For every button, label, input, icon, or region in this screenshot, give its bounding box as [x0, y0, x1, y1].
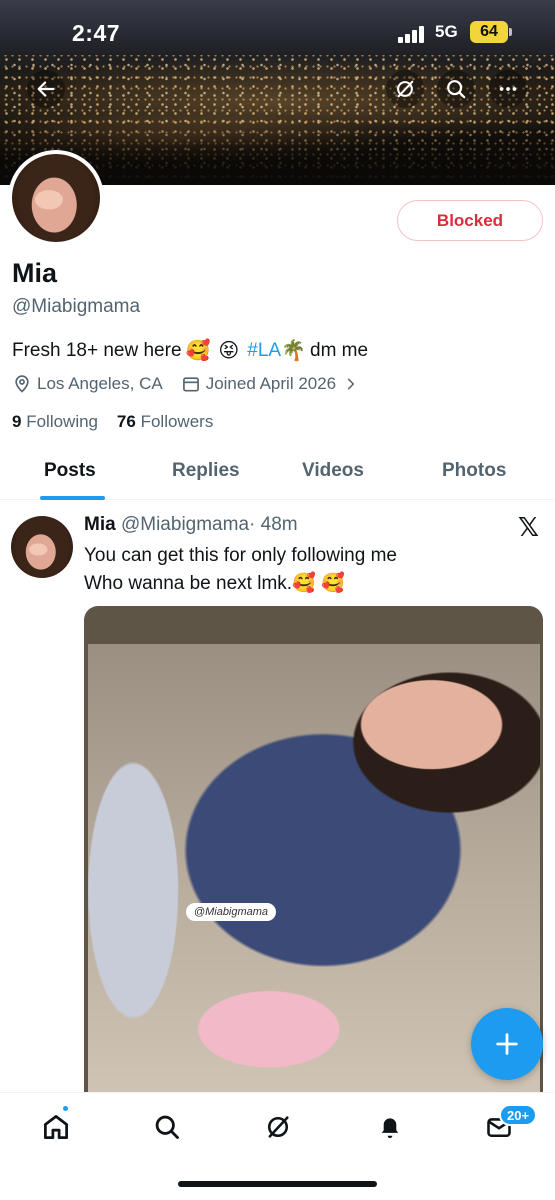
- tweet-text-line-2: Who wanna be next lmk.🥰 🥰: [84, 573, 345, 594]
- bio-emoji-palm: 🌴: [281, 340, 306, 362]
- profile-tabs: Posts Replies Videos Photos: [0, 448, 555, 500]
- grok-icon: [397, 80, 414, 98]
- tab-videos[interactable]: Videos: [302, 460, 364, 482]
- bio-text: Fresh 18+ new here: [12, 339, 182, 361]
- more-button[interactable]: [489, 70, 527, 108]
- home-icon: [44, 1115, 68, 1139]
- search-icon: [447, 80, 466, 99]
- nav-home[interactable]: [36, 1107, 76, 1147]
- bio-text-end: dm me: [310, 339, 369, 361]
- tweet-header: Mia @Miabigmama· 48m: [84, 514, 298, 536]
- tweet-author-name[interactable]: Mia: [84, 514, 116, 535]
- battery-icon: 64: [470, 21, 508, 43]
- calendar-icon: [182, 377, 199, 392]
- following-label: Following: [26, 412, 99, 431]
- nav-search[interactable]: [147, 1107, 187, 1147]
- arrow-left-icon: [37, 81, 55, 97]
- search-icon: [155, 1115, 179, 1139]
- bio-hashtag-link[interactable]: #LA: [247, 340, 281, 362]
- following-count: 9: [12, 412, 22, 431]
- more-horizontal-icon: [499, 87, 517, 91]
- follow-stats: 9 Following 76 Followers: [12, 412, 213, 432]
- home-indicator: [178, 1181, 377, 1187]
- followers-link[interactable]: 76 Followers: [117, 412, 213, 431]
- tweet-text-line-1: You can get this for only following me: [84, 545, 397, 566]
- media-watermark: @Miabigmama: [186, 903, 276, 921]
- bell-icon: [381, 1118, 399, 1139]
- home-notification-dot: [62, 1105, 69, 1112]
- bio-emoji-smiling-hearts: 🥰: [185, 340, 211, 362]
- status-bar: 2:47 5G 64: [0, 0, 555, 62]
- tab-posts[interactable]: Posts: [44, 460, 96, 482]
- nav-grok[interactable]: [258, 1107, 298, 1147]
- chevron-right-icon[interactable]: [344, 377, 358, 391]
- grok-icon: [267, 1116, 289, 1138]
- followers-label: Followers: [140, 412, 214, 431]
- tab-photos[interactable]: Photos: [442, 460, 506, 482]
- profile-meta: Los Angeles, CA Joined April 2026: [12, 374, 363, 394]
- tweet-media[interactable]: [84, 606, 543, 1092]
- messages-badge: 20+: [499, 1104, 538, 1126]
- followers-count: 76: [116, 412, 136, 431]
- signal-icon: [398, 25, 428, 43]
- location-text: Los Angeles, CA: [37, 374, 163, 393]
- nav-notifications[interactable]: [370, 1107, 410, 1147]
- tab-active-indicator: [40, 496, 105, 500]
- profile-handle: @Miabigmama: [12, 296, 141, 317]
- profile-avatar[interactable]: [8, 150, 104, 246]
- search-button[interactable]: [437, 70, 475, 108]
- location-icon: [15, 375, 29, 393]
- blocked-button[interactable]: Blocked: [397, 200, 543, 241]
- profile-name: Mia: [12, 258, 58, 288]
- tweet-author-handle[interactable]: @Miabigmama: [121, 514, 249, 535]
- network-type: 5G: [435, 22, 458, 41]
- status-time: 2:47: [72, 20, 121, 46]
- tweet-text: You can get this for only following me W…: [84, 542, 534, 598]
- tweet-time: · 48m: [249, 514, 298, 535]
- grok-button[interactable]: [386, 70, 424, 108]
- following-link[interactable]: 9 Following: [12, 412, 98, 431]
- plus-icon: [496, 1033, 518, 1055]
- compose-button[interactable]: [471, 1008, 543, 1080]
- joined-date[interactable]: Joined April 2026: [206, 374, 336, 394]
- x-logo-icon: 𝕏: [518, 512, 539, 542]
- back-button[interactable]: [27, 70, 65, 108]
- tweet-media-image[interactable]: [88, 644, 540, 1092]
- profile-bio: Fresh 18+ new here 🥰 😝 #LA 🌴 dm me: [12, 338, 368, 363]
- battery-tip: [509, 28, 512, 36]
- tweet-avatar[interactable]: [11, 516, 73, 578]
- tab-replies[interactable]: Replies: [172, 460, 240, 482]
- bio-emoji-tongue: 😝: [218, 340, 240, 362]
